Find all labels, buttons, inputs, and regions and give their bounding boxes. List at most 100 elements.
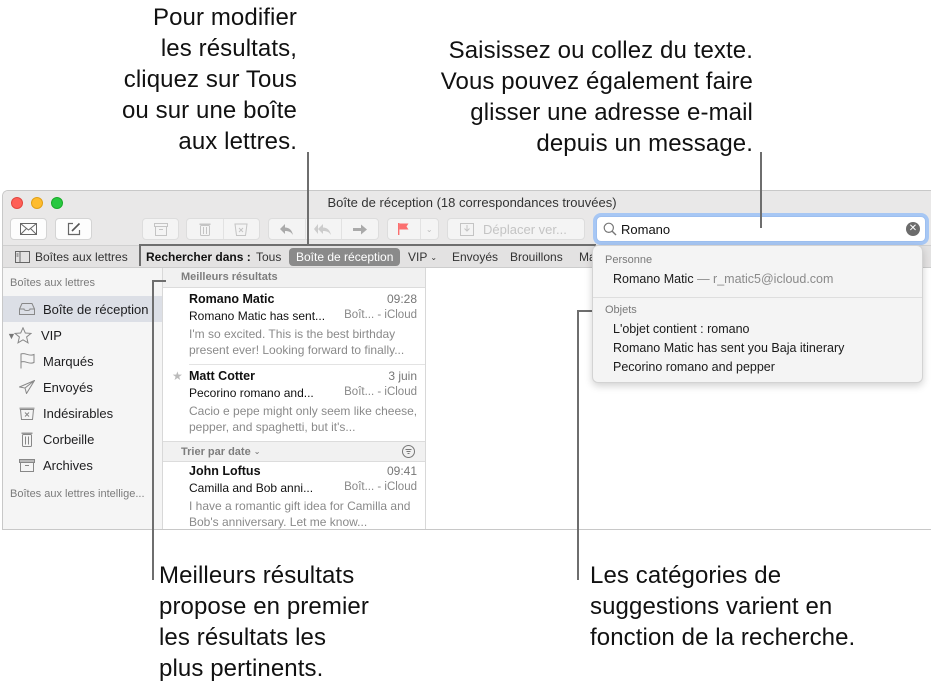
sidebar-item-label: Marqués: [43, 353, 94, 369]
message-sender: Matt Cotter: [189, 369, 255, 383]
envelope-icon: [20, 223, 37, 235]
callout-top-hits: Meilleurs résultats propose en premier l…: [159, 562, 369, 682]
message-time: 09:41: [386, 464, 417, 478]
chevron-down-icon: ⌄: [253, 447, 261, 456]
message-preview: Cacio e pepe might only seem like cheese…: [189, 404, 418, 434]
sent-icon: [17, 378, 37, 396]
sidebar-section-mailboxes: Boîtes aux lettres: [10, 277, 95, 289]
sidebar-section-smart-mailboxes[interactable]: Boîtes aux lettres intellige...: [10, 488, 145, 500]
star-icon: ★: [172, 369, 183, 383]
delete-junk-group: [186, 218, 260, 240]
sidebar-item-label: VIP: [41, 327, 62, 343]
message-subject: Camilla and Bob anni...: [189, 481, 314, 495]
scope-vip-label: VIP: [408, 250, 428, 264]
message-row[interactable]: John Loftus 09:41 Camilla and Bob anni..…: [163, 460, 425, 529]
callout-search-field: Saisissez ou collez du texte. Vous pouve…: [440, 37, 753, 157]
delete-button[interactable]: [187, 219, 224, 239]
move-icon: [460, 222, 474, 236]
suggestion-subject[interactable]: Pecorino romano and pepper: [613, 360, 775, 374]
compose-button[interactable]: [55, 218, 92, 240]
archive-button[interactable]: [142, 218, 179, 240]
person-separator: —: [693, 272, 714, 286]
message-row[interactable]: ★ Matt Cotter 3 juin Pecorino romano and…: [163, 365, 425, 441]
sidebar-item-inbox[interactable]: Boîte de réception: [3, 296, 162, 322]
message-subject: Pecorino romano and...: [189, 386, 314, 400]
search-input[interactable]: Romano: [621, 222, 906, 237]
suggestions-people-header: Personne: [605, 254, 653, 266]
sidebar-item-label: Archives: [43, 457, 93, 473]
scope-drafts[interactable]: Brouillons: [510, 250, 563, 264]
sort-header[interactable]: Trier par date ⌄: [163, 441, 425, 462]
mailboxes-toggle-button[interactable]: Boîtes aux lettres: [15, 250, 128, 264]
leader-line-scope: [307, 152, 309, 246]
clear-search-icon[interactable]: ✕: [906, 222, 920, 236]
person-name: Romano Matic: [613, 272, 694, 286]
junk-icon: [234, 223, 248, 236]
sidebar-item-junk[interactable]: Indésirables: [3, 400, 162, 426]
sidebar-item-label: Corbeille: [43, 431, 95, 447]
leader-line-scope: [309, 244, 596, 246]
message-subject: Romano Matic has sent...: [189, 309, 326, 323]
junk-button[interactable]: [224, 219, 260, 239]
archive-icon: [153, 222, 168, 236]
reply-all-icon: [314, 223, 331, 235]
flag-group: ⌄: [387, 218, 439, 240]
sidebar-item-label: Boîte de réception: [43, 301, 149, 317]
leader-line-categories: [577, 310, 579, 580]
message-time: 09:28: [386, 292, 417, 306]
scope-sent[interactable]: Envoyés: [452, 250, 498, 264]
reply-button[interactable]: [269, 219, 306, 239]
scope-vip[interactable]: VIP ⌄: [408, 250, 437, 264]
message-time: 3 juin: [388, 369, 417, 383]
reply-group: [268, 218, 379, 240]
move-to-label: Déplacer ver...: [483, 221, 567, 237]
filter-icon[interactable]: [402, 445, 415, 458]
trash-icon: [17, 430, 37, 448]
flag-icon: [17, 352, 37, 370]
archive-icon: [17, 456, 37, 474]
person-email: r_matic5@icloud.com: [713, 272, 834, 286]
window-title: Boîte de réception (18 correspondances t…: [327, 195, 617, 210]
titlebar: Boîte de réception (18 correspondances t…: [3, 191, 931, 245]
mailboxes-label: Boîtes aux lettres: [35, 250, 128, 264]
sort-label: Trier par date: [181, 446, 251, 458]
forward-button[interactable]: [342, 219, 378, 239]
message-preview: I have a romantic gift idea for Camilla …: [189, 499, 411, 529]
suggestion-subject[interactable]: Romano Matic has sent you Baja itinerary: [613, 341, 844, 355]
flag-menu-button[interactable]: ⌄: [421, 219, 439, 239]
divider: [593, 297, 922, 298]
scope-all[interactable]: Tous: [256, 250, 281, 264]
sidebar-item-trash[interactable]: Corbeille: [3, 426, 162, 452]
trash-icon: [199, 223, 211, 236]
sidebar-item-archive[interactable]: Archives: [3, 452, 162, 478]
message-mailbox: Boît... - iCloud: [344, 481, 417, 493]
message-sender: Romano Matic: [189, 292, 275, 306]
leader-line-top-hits: [152, 280, 154, 580]
sidebar: Boîtes aux lettres Boîte de réception ▼ …: [3, 268, 163, 529]
sidebar-item-label: Indésirables: [43, 405, 114, 421]
get-mail-button[interactable]: [10, 218, 47, 240]
forward-icon: [353, 224, 368, 234]
search-suggestions-menu: Personne Romano Matic — r_matic5@icloud.…: [592, 245, 923, 383]
suggestion-subject[interactable]: L'objet contient : romano: [613, 322, 750, 336]
sidebar-item-flagged[interactable]: Marqués: [3, 348, 162, 374]
leader-line-search: [760, 152, 762, 228]
message-row[interactable]: Romano Matic 09:28 Romano Matic has sent…: [163, 288, 425, 364]
flag-button[interactable]: [388, 219, 421, 239]
flag-icon: [398, 223, 409, 235]
message-sender: John Loftus: [189, 464, 261, 478]
suggestion-person[interactable]: Romano Matic — r_matic5@icloud.com: [613, 272, 833, 286]
chevron-down-icon: ⌄: [430, 253, 438, 262]
sidebar-item-vip[interactable]: VIP: [3, 322, 162, 348]
chevron-down-icon: ⌄: [425, 224, 433, 234]
leader-line-top-hits: [152, 280, 166, 282]
scope-inbox[interactable]: Boîte de réception: [289, 248, 401, 266]
sidebar-icon: [15, 251, 30, 263]
reply-all-button[interactable]: [306, 219, 343, 239]
message-mailbox: Boît... - iCloud: [344, 386, 417, 398]
message-list: Meilleurs résultats Romano Matic 09:28 R…: [163, 268, 426, 529]
suggestions-subjects-header: Objets: [605, 304, 637, 316]
sidebar-item-sent[interactable]: Envoyés: [3, 374, 162, 400]
move-to-button[interactable]: Déplacer ver...: [447, 218, 585, 240]
search-icon: [603, 222, 617, 236]
